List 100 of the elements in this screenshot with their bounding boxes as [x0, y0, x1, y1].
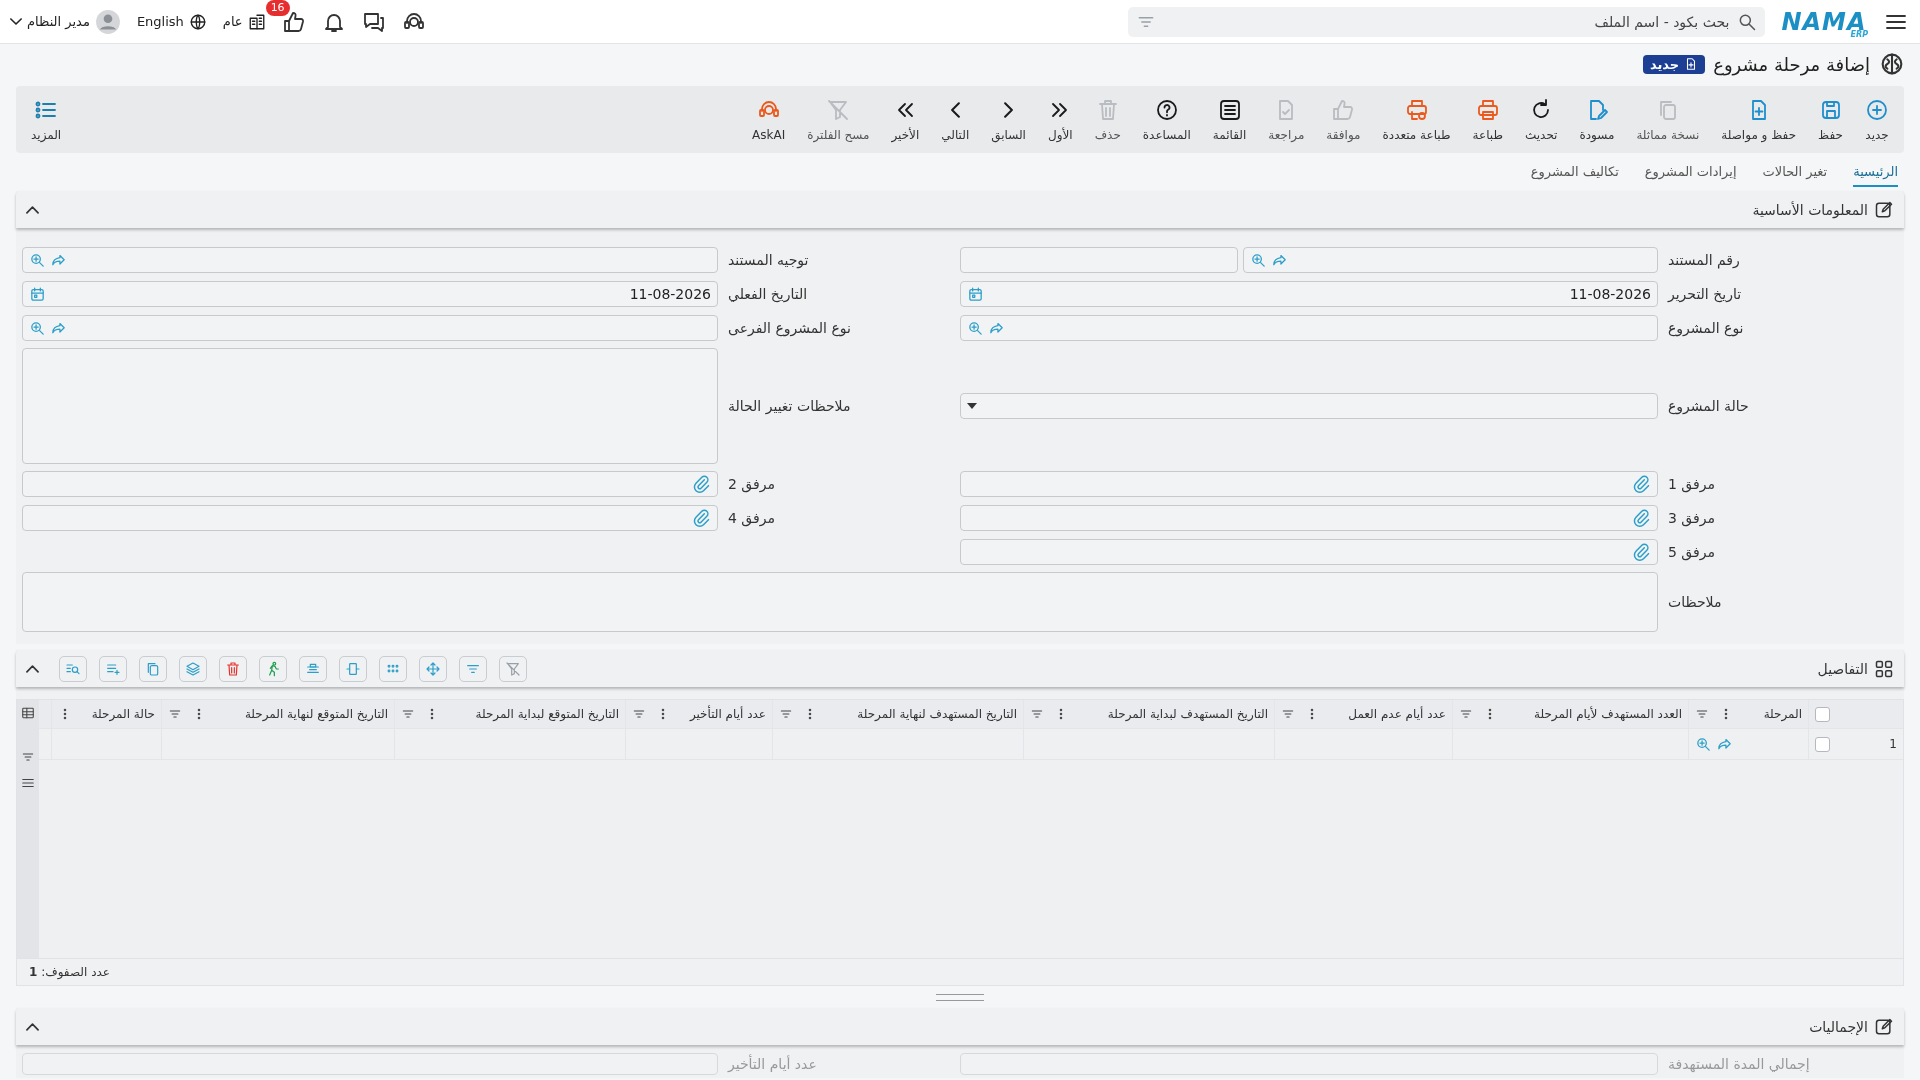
row-number: 1 — [1889, 737, 1897, 751]
attachment-field[interactable] — [960, 539, 1658, 565]
input-field[interactable] — [1243, 247, 1658, 273]
column-header[interactable]: عدد أيام التأخير — [625, 700, 772, 728]
paperclip-icon — [1631, 542, 1651, 562]
tab[interactable]: تكاليف المشروع — [1530, 157, 1619, 187]
toolbar-button[interactable]: مسودة — [1572, 97, 1622, 142]
input-field[interactable] — [22, 247, 718, 273]
calendar-icon — [29, 285, 46, 303]
collapse-button[interactable] — [26, 205, 39, 214]
grid-tool-button[interactable] — [419, 655, 447, 682]
column-header[interactable]: المرحلة — [1688, 700, 1808, 728]
globe-icon — [188, 12, 207, 31]
branch-selector[interactable]: عام — [222, 12, 266, 31]
section-title: المعلومات الأساسية — [1752, 201, 1868, 218]
tab[interactable]: الرئيسية — [1853, 157, 1898, 187]
dropdown-field[interactable] — [960, 393, 1658, 419]
date-field[interactable]: 11-08-2026 — [22, 281, 718, 307]
attachment-field[interactable] — [22, 505, 718, 531]
grid-tool-button[interactable] — [299, 655, 327, 682]
toolbar-button[interactable]: السابق — [984, 97, 1033, 142]
collapse-button[interactable] — [26, 1022, 39, 1031]
search-plus-icon — [29, 251, 46, 269]
toolbar-button[interactable]: طباعة — [1465, 97, 1510, 142]
count-badge: 16 — [265, 0, 290, 16]
column-header[interactable]: العدد المستهدف لأيام المرحلة — [1452, 700, 1688, 728]
field-label: التاريخ الفعلي — [727, 286, 809, 302]
caret-icon — [10, 18, 22, 25]
approvals-button[interactable] — [281, 9, 306, 34]
language-selector[interactable]: English — [136, 12, 207, 31]
filter-clear-icon — [826, 97, 851, 122]
column-header[interactable]: التاريخ المستهدف لنهاية المرحلة — [772, 700, 1023, 728]
checkbox[interactable] — [1815, 706, 1830, 722]
filter-icon — [779, 707, 793, 721]
filter-icon — [401, 707, 415, 721]
toolbar-button[interactable]: المساعدة — [1135, 97, 1198, 142]
field-label: ملاحظات تغيير الحالة — [727, 398, 852, 414]
paperclip-icon — [691, 474, 711, 494]
more-button[interactable]: المزيد — [24, 97, 69, 142]
column-header[interactable]: عدد أيام عدم العمل — [1274, 700, 1452, 728]
printer-gear-icon — [1404, 97, 1429, 122]
checkbox[interactable] — [1815, 736, 1830, 752]
plus-circle-icon — [1865, 97, 1889, 122]
column-header[interactable]: حالة المرحلة — [51, 700, 161, 728]
grid-tool-button[interactable] — [379, 655, 407, 682]
filter-icon — [168, 707, 182, 721]
grid-tool-button[interactable] — [139, 655, 167, 682]
tab[interactable]: تغير الحالات — [1762, 157, 1828, 187]
user-menu[interactable]: مدير النظام — [10, 8, 121, 35]
toolbar-button[interactable]: حفظ — [1811, 97, 1850, 142]
collapse-button[interactable] — [26, 664, 39, 673]
trash-icon — [225, 660, 241, 677]
input-field[interactable] — [960, 247, 1238, 273]
grid-tool-button[interactable] — [259, 655, 287, 682]
column-header[interactable]: التاريخ المتوقع لبداية المرحلة — [394, 700, 625, 728]
field-label: نوع المشروع الفرعى — [727, 320, 852, 336]
field-label: توجيه المستند — [727, 252, 810, 268]
toolbar-button[interactable]: الأول — [1040, 97, 1080, 142]
paperclip-icon — [1631, 474, 1651, 494]
avatar-icon — [94, 8, 121, 35]
input-field[interactable] — [22, 1053, 718, 1075]
search-plus-icon — [29, 319, 46, 337]
attachment-field[interactable] — [960, 471, 1658, 497]
printer-icon — [1475, 97, 1500, 122]
search-field[interactable]: بحث بكود - اسم الملف — [1128, 6, 1766, 37]
grid-tool-button[interactable] — [219, 655, 247, 682]
toolbar-button[interactable]: AskAI — [745, 97, 793, 142]
filter-icon — [632, 707, 646, 721]
paperclip-icon — [691, 508, 711, 528]
input-field[interactable] — [960, 1053, 1658, 1075]
input-field[interactable] — [960, 315, 1658, 341]
attachment-field[interactable] — [22, 471, 718, 497]
grid-tool-button[interactable] — [339, 655, 367, 682]
column-header[interactable]: التاريخ المتوقع لنهاية المرحلة — [161, 700, 394, 728]
toolbar-button[interactable]: تحديث — [1517, 97, 1565, 142]
toolbar-button[interactable]: القائمة — [1205, 97, 1254, 142]
table-settings-icon — [21, 706, 35, 720]
field-label: ملاحظات — [1667, 594, 1723, 610]
resize-handle[interactable] — [936, 993, 984, 1001]
toolbar-button[interactable]: طباعة متعددة — [1375, 97, 1458, 142]
toolbar-button[interactable]: التالي — [934, 97, 977, 142]
grid-tool-button[interactable] — [499, 655, 527, 682]
field-label: مرفق 3 — [1667, 510, 1716, 526]
grid-tool-button[interactable] — [179, 655, 207, 682]
date-field[interactable]: 11-08-2026 — [960, 281, 1658, 307]
column-header[interactable]: التاريخ المستهدف لبداية المرحلة — [1023, 700, 1274, 728]
dropdown-arrow-icon — [967, 403, 977, 409]
text-area[interactable] — [22, 572, 1658, 632]
column-fit-icon — [345, 660, 361, 677]
grid-tool-button[interactable] — [59, 655, 87, 682]
toolbar-button[interactable]: حفظ و مواصلة — [1714, 97, 1804, 142]
tab[interactable]: إيرادات المشروع — [1644, 157, 1737, 187]
attachment-field[interactable] — [960, 505, 1658, 531]
chevron-up-icon — [26, 1022, 39, 1031]
input-field[interactable] — [22, 315, 718, 341]
grid-tool-button[interactable] — [99, 655, 127, 682]
grid-tool-button[interactable] — [459, 655, 487, 682]
toolbar-button[interactable]: جديد — [1858, 97, 1896, 142]
toolbar-button[interactable]: الأخير — [884, 97, 927, 142]
field-label: نوع المشروع — [1667, 320, 1745, 336]
